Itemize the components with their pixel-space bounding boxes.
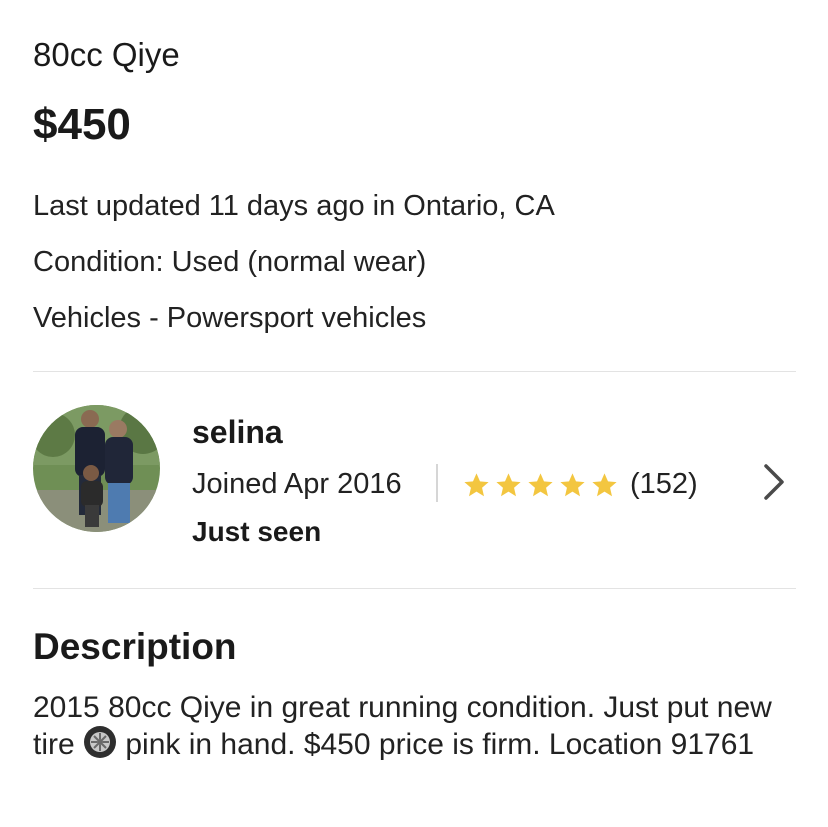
category: Vehicles - Powersport vehicles <box>33 302 427 334</box>
description-text-part: pink in hand. $450 price is firm. Locati… <box>117 728 755 761</box>
last-seen: Just seen <box>192 516 322 547</box>
avatar[interactable] <box>33 405 160 532</box>
description-heading: Description <box>33 626 237 667</box>
chevron-right-icon[interactable] <box>758 462 788 502</box>
star-icon <box>528 473 553 497</box>
seller-name[interactable]: selina <box>192 414 283 451</box>
divider <box>33 588 796 589</box>
listing-title: 80cc Qiye <box>33 36 180 73</box>
star-icon <box>560 473 585 497</box>
star-icon <box>464 473 489 497</box>
rating-count: (152) <box>630 468 698 500</box>
star-icon <box>592 473 617 497</box>
seller-joined: Joined Apr 2016 <box>192 468 402 500</box>
last-updated: Last updated 11 days ago in Ontario, CA <box>33 190 555 222</box>
condition: Condition: Used (normal wear) <box>33 246 427 278</box>
listing-price: $450 <box>33 100 131 149</box>
description-text: 2015 80cc Qiye in great running conditio… <box>33 690 783 762</box>
rating-stars <box>462 471 619 500</box>
divider <box>33 371 796 372</box>
seller-photo <box>33 405 160 532</box>
separator <box>436 464 438 502</box>
tire-icon <box>83 725 117 759</box>
star-icon <box>496 473 521 497</box>
